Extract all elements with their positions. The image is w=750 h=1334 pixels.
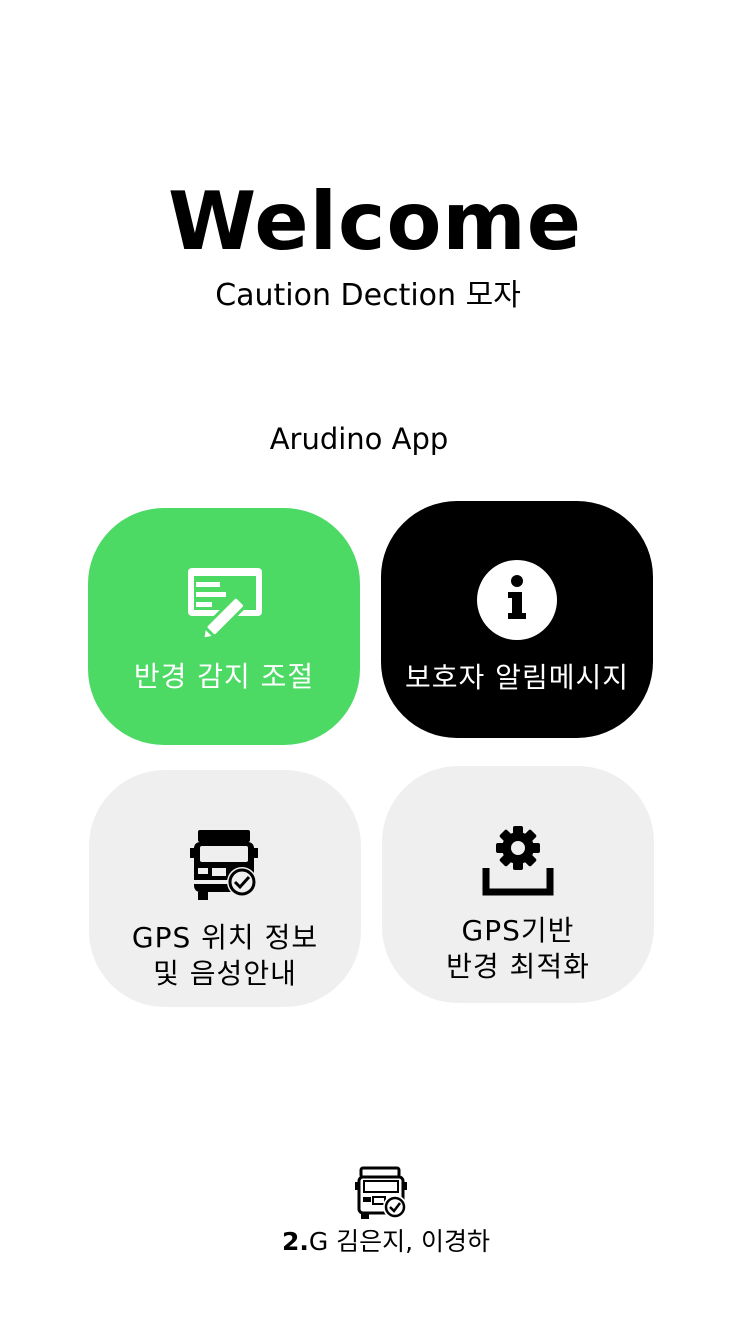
form-pen-icon [88,564,360,644]
truck-check-icon [89,828,361,900]
guardian-alert-tile[interactable]: 보호자 알림메시지 [381,501,653,738]
welcome-title: Welcome [167,175,583,268]
gps-radius-optimization-tile[interactable]: GPS기반 반경 최적화 [382,766,654,1003]
team-credit: 2.G 김은지, 이경하 [0,1224,750,1260]
radius-detection-label: 반경 감지 조절 [133,660,315,693]
radius-detection-tile[interactable]: 반경 감지 조절 [88,508,360,745]
gps-voice-guide-label-2: 및 음성안내 [153,957,297,990]
gps-radius-optimization-label-2: 반경 최적화 [446,950,590,983]
gps-radius-optimization-label-1: GPS기반 [461,914,575,947]
guardian-alert-label: 보호자 알림메시지 [405,661,629,694]
truck-check-icon [355,1166,407,1220]
gps-voice-guide-tile[interactable]: GPS 위치 정보 및 음성안내 [89,770,361,1007]
team-names: G 김은지, 이경하 [308,1227,491,1256]
app-label: Arudino App [269,422,449,456]
info-icon [381,559,653,641]
gear-upload-icon [382,824,654,896]
gps-voice-guide-label-1: GPS 위치 정보 [131,921,319,954]
team-number: 2. [281,1227,309,1256]
app-subtitle: Caution Dection 모자 [215,278,521,313]
